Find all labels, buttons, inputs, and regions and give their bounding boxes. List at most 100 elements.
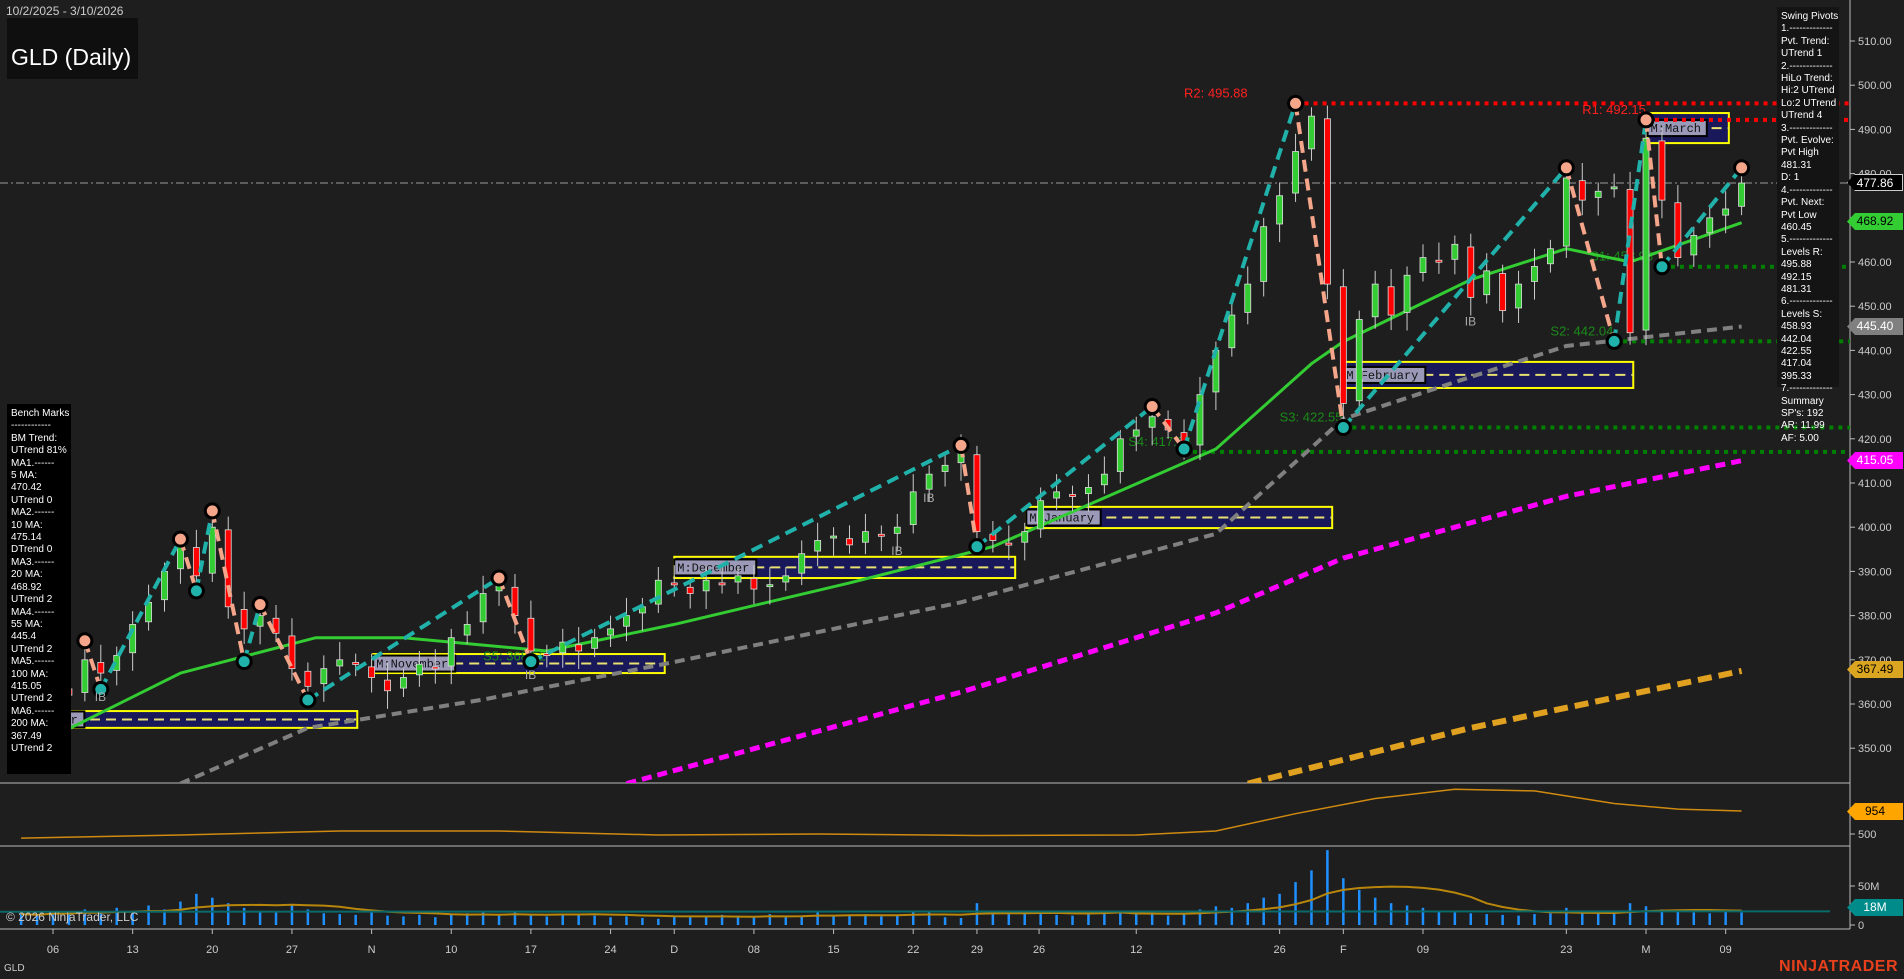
candle-down bbox=[1578, 180, 1586, 201]
volume-value-tag: 18M bbox=[1847, 899, 1903, 916]
x-tick-label: D bbox=[670, 944, 678, 956]
bench-marks-line: 200 MA: bbox=[11, 718, 49, 730]
x-tick-label: N bbox=[368, 944, 376, 956]
candle-down bbox=[97, 662, 105, 674]
candle-up bbox=[479, 593, 487, 623]
oscillator-line bbox=[21, 788, 1742, 839]
y-tick-label: 390.00 bbox=[1858, 566, 1892, 578]
swing-low-marker bbox=[968, 538, 986, 556]
swing-up-leg bbox=[99, 538, 183, 691]
candle-up bbox=[1419, 257, 1427, 274]
candle-up bbox=[1037, 500, 1045, 530]
candle-up bbox=[862, 531, 869, 543]
candle-up bbox=[607, 628, 614, 636]
bench-marks-line: 367.49 bbox=[11, 730, 42, 742]
candle-up bbox=[1594, 190, 1602, 198]
swing-pivots-line: 7.------------- bbox=[1781, 383, 1833, 395]
candle-up bbox=[1403, 274, 1411, 313]
candle-up bbox=[1451, 243, 1459, 260]
candle-up bbox=[1371, 283, 1379, 318]
swing-pivots-line: D: 1 bbox=[1781, 172, 1800, 184]
candle-up bbox=[208, 526, 216, 574]
candle-up bbox=[591, 637, 599, 649]
swing-pivots-line: Summary bbox=[1781, 395, 1824, 407]
x-tick-label: 17 bbox=[525, 944, 537, 956]
y-tick-label: 380.00 bbox=[1858, 611, 1892, 623]
candle-down bbox=[1069, 494, 1076, 497]
candle-up bbox=[1100, 473, 1108, 486]
month-range-label: M:March bbox=[1651, 122, 1701, 136]
price-chart[interactable]: 510.00500.00490.00480.00470.00460.00450.… bbox=[0, 0, 1904, 979]
y-tick-label: 460.00 bbox=[1858, 257, 1892, 269]
swing-pivots-panel: Swing Pivots 1.------------- Pvt. Trend: UT… bbox=[1777, 7, 1839, 444]
x-tick-label: 23 bbox=[1560, 944, 1572, 956]
level-label: S3: 422.55 bbox=[1280, 410, 1343, 425]
candle-down bbox=[750, 578, 758, 590]
bench-marks-line: Bench Marks bbox=[11, 408, 70, 419]
x-tick-label: 26 bbox=[1033, 944, 1045, 956]
bench-marks-line: MA2.------ bbox=[11, 507, 55, 519]
candle-up bbox=[1021, 531, 1029, 543]
candle-up bbox=[81, 659, 89, 693]
ma200-price-tag: 367.49 bbox=[1847, 661, 1903, 678]
swing-high-marker bbox=[1637, 111, 1655, 129]
candle-up bbox=[1483, 270, 1491, 296]
x-tick-label: 09 bbox=[1720, 944, 1732, 956]
swing-pivots-line: UTrend 1 bbox=[1781, 48, 1823, 60]
candle-up bbox=[1308, 115, 1315, 150]
candle-up bbox=[1738, 182, 1745, 207]
price-pane: M:OctoberM:NovemberM:DecemberM:JanuaryM:… bbox=[0, 85, 1850, 783]
x-tick-label: F bbox=[1340, 944, 1347, 956]
swing-pivots-line: AF: 5.00 bbox=[1781, 432, 1819, 444]
swing-high-marker bbox=[251, 596, 269, 614]
bench-marks-line: 10 MA: bbox=[11, 519, 43, 531]
candle-down bbox=[686, 586, 694, 594]
candle-down bbox=[1499, 273, 1507, 312]
ninjatrader-logo: NINJATRADER bbox=[1779, 958, 1898, 975]
swing-pivots-line: Swing Pivots bbox=[1781, 11, 1839, 22]
candle-down bbox=[304, 670, 312, 687]
candle-up bbox=[1515, 283, 1522, 309]
bench-marks-line: BM Trend: bbox=[11, 432, 58, 444]
x-tick-label: 10 bbox=[445, 944, 457, 956]
bench-marks-line: DTrend 0 bbox=[11, 544, 53, 556]
candle-up bbox=[1722, 208, 1730, 216]
swing-pivots-line: 2.------------- bbox=[1781, 60, 1833, 72]
swing-pivots-line: 492.15 bbox=[1781, 271, 1812, 283]
swing-pivots-line: 6.------------- bbox=[1781, 296, 1833, 308]
symbol-label: GLD bbox=[4, 963, 25, 974]
candle-up bbox=[782, 575, 790, 583]
y-tick-label: 510.00 bbox=[1858, 36, 1892, 48]
swing-pivots-line: Pvt. Next: bbox=[1781, 197, 1825, 209]
candle-up bbox=[1706, 217, 1714, 234]
candle-down bbox=[877, 533, 885, 537]
x-tick-label: 15 bbox=[827, 944, 839, 956]
y-tick-label: 440.00 bbox=[1858, 345, 1892, 357]
candle-down bbox=[527, 617, 535, 652]
bench-marks-line: UTrend 0 bbox=[11, 494, 53, 506]
last-price-tag: 477.86 bbox=[1847, 174, 1903, 191]
candle-up bbox=[734, 575, 742, 583]
candle-up bbox=[415, 663, 423, 676]
swing-pivots-line: 3.------------- bbox=[1781, 122, 1833, 134]
swing-high-marker bbox=[203, 502, 221, 520]
swing-low-marker bbox=[1175, 440, 1193, 458]
swing-low-marker bbox=[522, 653, 540, 671]
swing-high-marker bbox=[171, 530, 189, 548]
y-tick-label: 360.00 bbox=[1858, 699, 1892, 711]
candle-up bbox=[702, 579, 710, 592]
swing-pivots-line: Pvt High bbox=[1781, 147, 1819, 159]
candle-up bbox=[814, 540, 822, 552]
candle-up bbox=[1244, 283, 1252, 313]
inside-bar-label: IB bbox=[923, 491, 934, 505]
bench-marks-line: UTrend 2 bbox=[11, 693, 53, 705]
copyright: © 2026 NinjaTrader, LLC bbox=[6, 910, 139, 924]
y-tick-label: 400.00 bbox=[1858, 522, 1892, 534]
bench-marks-panel: Bench Marks ------------ BM Trend: UTrend 8… bbox=[7, 404, 71, 774]
swing-down-leg bbox=[1293, 103, 1346, 428]
candle-down bbox=[352, 662, 360, 665]
candle-up bbox=[1531, 266, 1538, 282]
y-tick-label: 450.00 bbox=[1858, 301, 1892, 313]
candle-up bbox=[623, 615, 630, 627]
swing-pivots-line: AR: 11.99 bbox=[1781, 420, 1825, 432]
